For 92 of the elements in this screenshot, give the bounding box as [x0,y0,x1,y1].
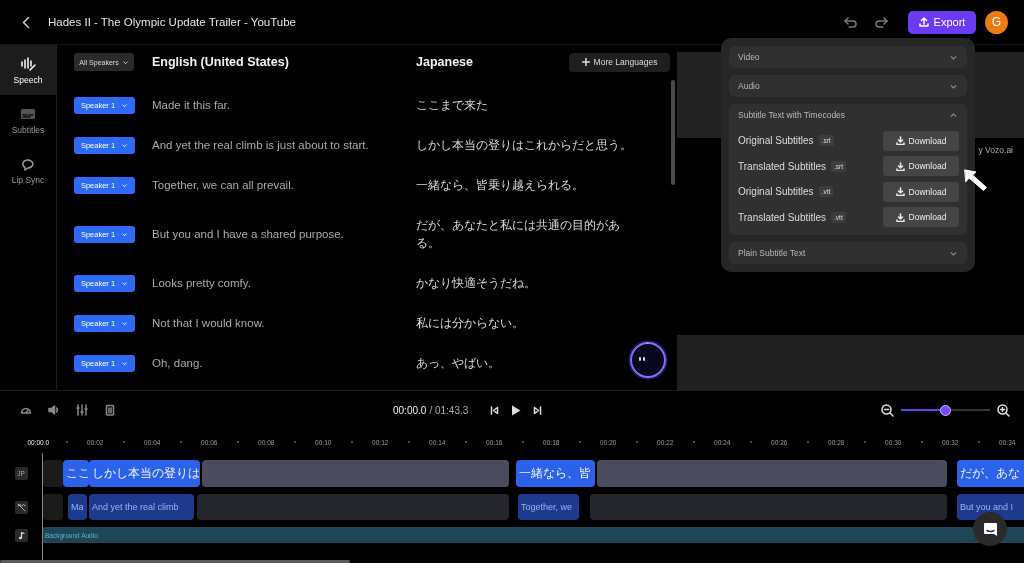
section-title: Subtitle Text with Timecodes [738,110,846,120]
translation-text[interactable]: あっ、やばい。 [416,354,500,372]
sliders-icon[interactable] [76,404,88,416]
gap-clip[interactable] [590,494,947,520]
source-text[interactable]: Looks pretty comfy. [152,274,377,292]
source-text[interactable]: Made it this far. [152,96,377,114]
column-heading: Japanese [416,55,473,69]
section-header[interactable]: Video [729,46,967,68]
section-title: Video [738,52,760,62]
subtitle-clip[interactable]: しかし本当の登りは [89,460,200,487]
trash-icon[interactable] [104,404,116,416]
subtitle-clip[interactable]: だが、あな [957,460,1024,487]
caret-icon [121,279,129,287]
upload-icon [918,17,929,27]
section-header[interactable]: Plain Subtitle Text [729,242,967,264]
file-label: Translated Subtitles [738,211,826,223]
file-label: Original Subtitles [738,186,814,198]
file-label: Original Subtitles [738,135,814,147]
translation-text[interactable]: 一緒なら、皆乗り越えられる。 [416,176,584,194]
source-text[interactable]: Together, we can all prevail. [152,176,377,194]
back-icon[interactable] [22,15,30,29]
download-button[interactable]: Download [883,181,959,202]
subtitle-clip[interactable]: Ma [68,494,87,520]
source-text[interactable]: And yet the real climb is just about to start. [152,136,377,154]
waveform-icon [20,55,36,72]
subtitle-clip[interactable]: But you and I [957,494,1024,520]
caret-icon [121,359,129,367]
undo-icon[interactable] [844,16,857,28]
column-heading: English (United States) [152,55,290,69]
assistant-orb-icon[interactable] [627,337,669,381]
sidebar-tab[interactable]: Speech [0,45,56,95]
chat-icon [982,521,998,537]
empty-clip[interactable] [43,460,63,487]
section-title: Plain Subtitle Text [738,248,806,258]
sidebar-tab[interactable]: Subtitles [0,95,56,145]
caret-icon [121,141,129,149]
section-header[interactable]: Audio [729,75,967,97]
download-button[interactable]: Download [883,207,959,228]
file-label: Translated Subtitles [738,160,826,172]
caret-icon [121,319,129,327]
download-button[interactable]: Download [883,130,959,151]
skip-forward-icon[interactable] [533,405,543,415]
translation-text[interactable]: しかし本当の登りはこれからだと思う。 [416,136,632,154]
tab-label: Lip Sync [11,174,45,185]
watermark-credit: y Vozo.ai [978,145,1014,155]
scrollbar[interactable] [671,80,675,185]
caret-icon [121,181,129,189]
window-title: Hades II - The Olympic Update Trailer - YouTube [48,16,296,28]
current-time: 00:00.0 [393,404,427,416]
download-button[interactable]: Download [883,156,959,177]
skip-back-icon[interactable] [490,405,500,415]
redo-icon[interactable] [875,16,888,28]
zoom-in-icon[interactable] [997,403,1010,417]
download-icon [895,212,905,222]
plus-icon [581,58,590,66]
translation-text[interactable]: ここまで来た [416,96,488,114]
section-title: Audio [738,81,760,91]
tab-label: Speech [13,74,43,85]
caret-icon [121,58,129,66]
source-text[interactable]: Not that I would know. [152,314,377,332]
captions-off-icon[interactable] [14,500,28,514]
gap-clip[interactable] [597,460,947,487]
gap-clip[interactable] [202,460,509,487]
zoom-out-icon[interactable] [881,403,894,417]
subtitle-clip[interactable]: ここ [63,460,89,487]
download-icon [895,187,905,197]
translation-text[interactable]: かなり快適そうだね。 [416,274,536,292]
source-text[interactable]: But you and I have a shared purpose. [152,225,377,243]
slider-thumb[interactable] [939,404,951,416]
translation-text[interactable]: だが、あなたと私には共通の目的がある。 [416,216,632,252]
chevron-up-icon [949,110,958,120]
tab-label: Subtitles [11,124,45,135]
source-text[interactable]: Oh, dang. [152,354,377,372]
music-note-icon[interactable] [14,528,28,542]
subtitle-clip[interactable]: Together, we [518,494,579,520]
volume-icon[interactable] [48,404,60,416]
section-header[interactable]: Subtitle Text with Timecodes [729,104,967,126]
caret-icon [121,101,129,109]
total-duration: / 01:43.3 [429,404,469,416]
translation-text[interactable]: 私には分からない。 [416,314,524,332]
scrollbar[interactable] [0,560,350,563]
subtitle-clip[interactable]: 一緒なら、皆 [516,460,595,487]
more-languages-button[interactable]: More Languages [569,52,670,72]
play-icon[interactable] [511,404,522,416]
subtitle-clip[interactable]: And yet the real climb [89,494,194,520]
export-button[interactable]: Export [908,10,976,34]
empty-clip[interactable] [43,494,63,520]
download-icon [895,161,905,171]
gap-clip[interactable] [197,494,509,520]
download-icon [895,136,905,146]
caret-icon [121,230,129,238]
sidebar-tab[interactable]: Lip Sync [0,145,56,195]
